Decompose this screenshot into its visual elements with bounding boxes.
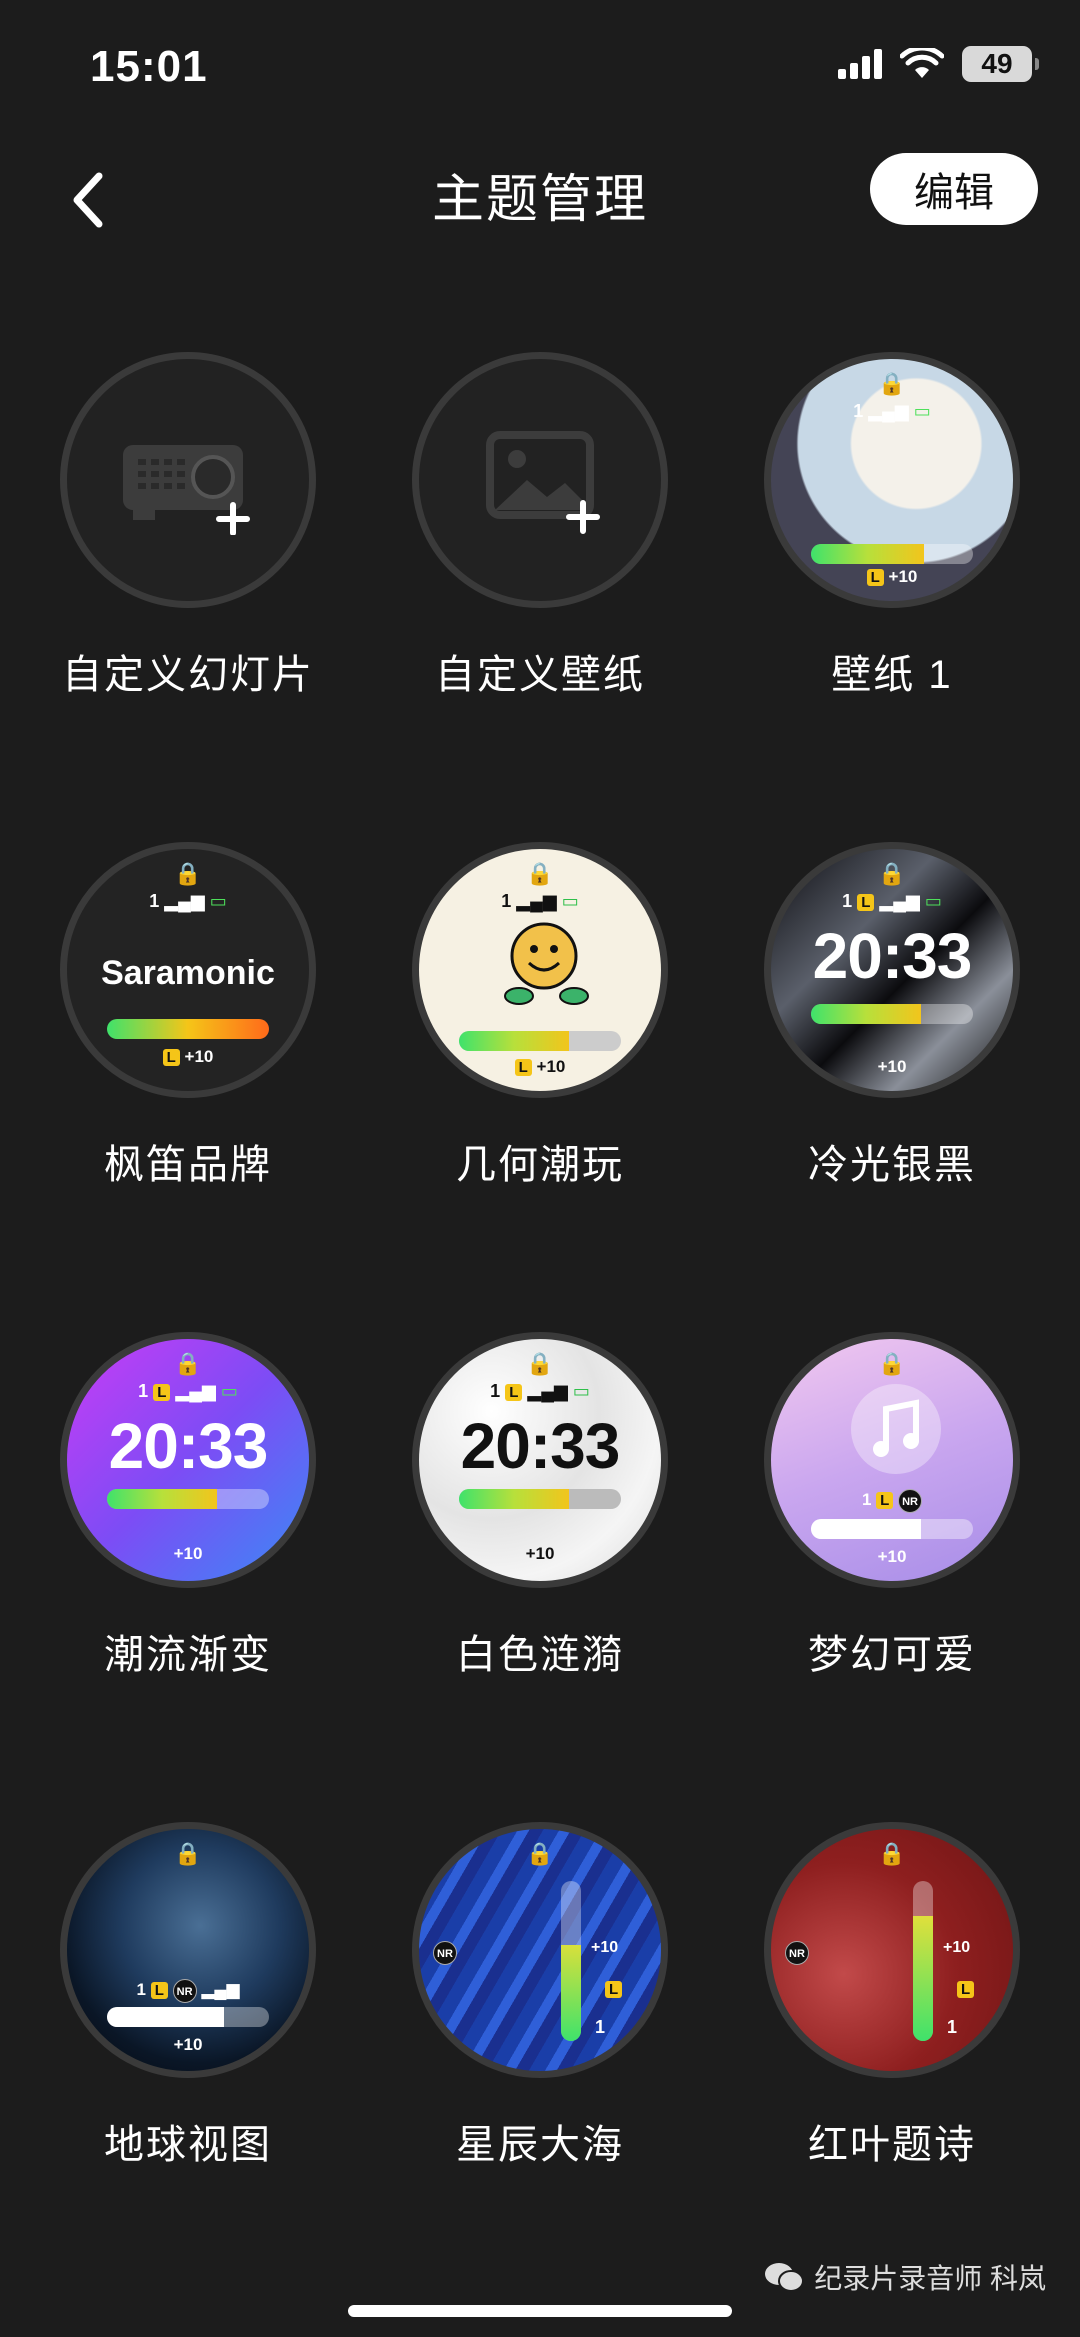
theme-label: 红叶题诗 bbox=[808, 2123, 976, 2167]
vertical-level-meter bbox=[561, 1881, 581, 2041]
theme-label: 自定义幻灯片 bbox=[62, 653, 314, 697]
theme-thumbnail[interactable] bbox=[412, 352, 668, 608]
level-meter bbox=[459, 1489, 621, 1509]
channel-number: 1 bbox=[853, 401, 864, 421]
theme-label: 梦幻可爱 bbox=[808, 1633, 976, 1677]
edit-button[interactable]: 编辑 bbox=[870, 153, 1038, 225]
battery-icon: ▭ bbox=[913, 401, 931, 421]
theme-dreamy-cute[interactable]: 🔒 1 L NR +10 梦幻可爱 bbox=[742, 1332, 1042, 1680]
level-tag: L bbox=[866, 569, 884, 586]
level-meter bbox=[811, 1519, 973, 1539]
theme-label: 白色涟漪 bbox=[456, 1633, 624, 1677]
theme-brand[interactable]: 🔒 1 ▂▄▆ ▭ Saramonic L +10 枫笛品牌 bbox=[38, 842, 338, 1190]
theme-earth-view[interactable]: 🔒 1 L NR ▂▄▆ +10 地球视图 bbox=[38, 1822, 338, 2170]
level-meter bbox=[811, 1004, 973, 1024]
lock-icon: 🔒 bbox=[174, 861, 202, 886]
lock-icon: 🔒 bbox=[878, 1841, 906, 1866]
theme-white-ripple[interactable]: 🔒 1 L ▂▄▆ ▭ 20:33 +10 白色涟漪 bbox=[390, 1332, 690, 1680]
level-meter bbox=[811, 544, 973, 564]
theme-thumbnail[interactable]: 🔒 1 L ▂▄▆ ▭ 20:33 +10 bbox=[60, 1332, 316, 1588]
theme-starry-sea[interactable]: 🔒 NR +10 L 1 星辰大海 bbox=[390, 1822, 690, 2170]
theme-label: 自定义壁纸 bbox=[435, 653, 645, 697]
status-icons: 49 bbox=[838, 46, 1039, 82]
theme-thumbnail[interactable]: 🔒 1 L NR ▂▄▆ +10 bbox=[60, 1822, 316, 2078]
theme-custom-slideshow[interactable]: 自定义幻灯片 bbox=[38, 352, 338, 700]
projector-add-icon bbox=[123, 445, 250, 535]
level-meter bbox=[459, 1031, 621, 1051]
theme-thumbnail[interactable]: 🔒 1 ▂▄▆ ▭ L +10 bbox=[764, 352, 1020, 608]
theme-thumbnail[interactable]: 🔒 1 L ▂▄▆ ▭ 20:33 +10 bbox=[412, 1332, 668, 1588]
music-note-icon bbox=[851, 1384, 941, 1474]
theme-wallpaper-1[interactable]: 🔒 1 ▂▄▆ ▭ L +10 壁纸 1 bbox=[742, 352, 1042, 700]
gain-value: +10 bbox=[888, 567, 918, 586]
theme-label: 地球视图 bbox=[104, 2123, 272, 2167]
theme-thumbnail[interactable]: 🔒 1 L ▂▄▆ ▭ 20:33 +10 bbox=[764, 842, 1020, 1098]
theme-custom-wallpaper[interactable]: 自定义壁纸 bbox=[390, 352, 690, 700]
theme-label: 星辰大海 bbox=[456, 2123, 624, 2167]
nav-bar: 主题管理 编辑 bbox=[0, 145, 1080, 265]
lock-icon: 🔒 bbox=[174, 1351, 202, 1376]
wechat-icon bbox=[765, 2263, 805, 2292]
theme-geometric-toy[interactable]: 🔒 1 ▂▄▆ ▭ L +10 几何潮玩 bbox=[390, 842, 690, 1190]
theme-thumbnail[interactable]: 🔒 1 ▂▄▆ ▭ L +10 bbox=[412, 842, 668, 1098]
level-meter bbox=[107, 1019, 269, 1039]
clock-display: 20:33 bbox=[460, 1410, 621, 1482]
smiley-character-icon bbox=[504, 922, 589, 1005]
lock-icon: 🔒 bbox=[526, 861, 554, 886]
image-add-icon bbox=[486, 431, 600, 534]
home-indicator[interactable] bbox=[348, 2305, 732, 2317]
theme-thumbnail[interactable]: 🔒 NR +10 L 1 bbox=[412, 1822, 668, 2078]
theme-silver-black[interactable]: 🔒 1 L ▂▄▆ ▭ 20:33 +10 冷光银黑 bbox=[742, 842, 1042, 1190]
lock-icon: 🔒 bbox=[174, 1841, 202, 1866]
theme-thumbnail[interactable] bbox=[60, 352, 316, 608]
theme-label: 几何潮玩 bbox=[456, 1143, 624, 1187]
theme-red-leaf-poem[interactable]: 🔒 NR +10 L 1 红叶题诗 bbox=[742, 1822, 1042, 2170]
theme-label: 冷光银黑 bbox=[808, 1143, 976, 1187]
status-bar: 15:01 49 bbox=[0, 0, 1080, 130]
theme-thumbnail[interactable]: 🔒 NR +10 L 1 bbox=[764, 1822, 1020, 2078]
status-time: 15:01 bbox=[90, 42, 208, 91]
lock-icon: 🔒 bbox=[878, 861, 906, 886]
level-meter bbox=[107, 1489, 269, 1509]
brand-logo: Saramonic bbox=[101, 954, 275, 992]
level-meter bbox=[107, 2007, 269, 2027]
theme-thumbnail[interactable]: 🔒 1 L NR +10 bbox=[764, 1332, 1020, 1588]
lock-icon: 🔒 bbox=[878, 1351, 906, 1376]
watermark: 纪录片录音师 科岚 bbox=[764, 2257, 1046, 2297]
lock-icon: 🔒 bbox=[878, 371, 906, 396]
battery-indicator: 49 bbox=[962, 46, 1039, 82]
wifi-icon bbox=[900, 48, 944, 78]
theme-thumbnail[interactable]: 🔒 1 ▂▄▆ ▭ Saramonic L +10 bbox=[60, 842, 316, 1098]
vertical-level-meter bbox=[913, 1881, 933, 2041]
clock-display: 20:33 bbox=[812, 920, 973, 992]
theme-trendy-gradient[interactable]: 🔒 1 L ▂▄▆ ▭ 20:33 +10 潮流渐变 bbox=[38, 1332, 338, 1680]
clock-display: 20:33 bbox=[108, 1410, 269, 1482]
theme-label: 壁纸 1 bbox=[831, 653, 953, 697]
lock-icon: 🔒 bbox=[526, 1841, 554, 1866]
theme-label: 枫笛品牌 bbox=[104, 1143, 272, 1187]
theme-label: 潮流渐变 bbox=[104, 1633, 272, 1677]
lock-icon: 🔒 bbox=[526, 1351, 554, 1376]
cellular-signal-icon bbox=[838, 49, 882, 79]
